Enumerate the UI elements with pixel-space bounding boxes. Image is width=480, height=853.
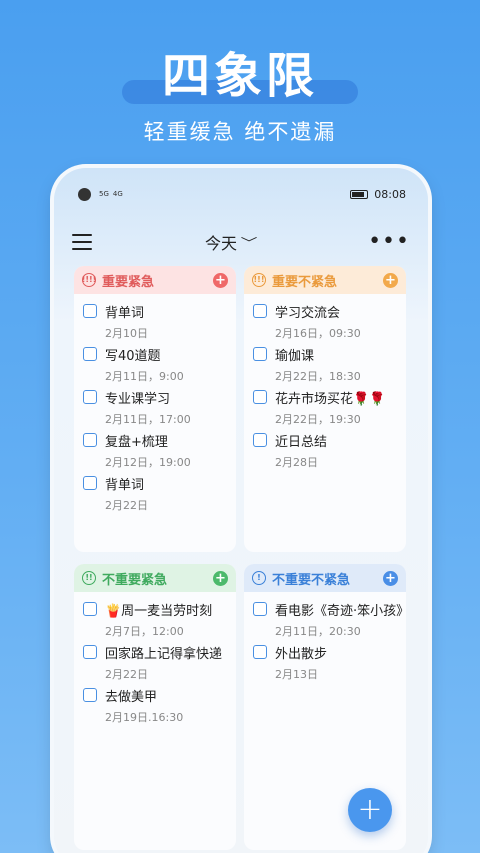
more-icon[interactable]: ••• [368, 231, 410, 253]
task-item[interactable]: 专业课学习 2月11日，17:00 [83, 388, 236, 431]
quadrant-not-important-urgent: !! 不重要紧急 + 🍟周一麦当劳时刻 2月7日，12:00 回家路上记得拿快递 2月22日… [74, 564, 236, 850]
task-date: 2月28日 [275, 456, 318, 469]
chevron-down-icon: ﹀ [240, 235, 258, 250]
task-checkbox[interactable] [253, 602, 267, 616]
task-name: 瑜伽课 [275, 349, 315, 364]
task-date: 2月11日，17:00 [105, 413, 191, 426]
quadrant-title: 重要不紧急 [272, 274, 338, 290]
quadrant-important-not-urgent: !!! 重要不紧急 + 学习交流会 2月16日，09:30 瑜伽课 2月22日，18:30 花… [244, 266, 406, 552]
signal-4g-icon: 4G [112, 190, 123, 198]
task-item[interactable]: 近日总结 2月28日 [253, 431, 406, 474]
task-name: 回家路上记得拿快递 [105, 647, 223, 662]
task-date: 2月16日，09:30 [275, 327, 361, 340]
task-checkbox[interactable] [83, 433, 97, 447]
task-date: 2月11日，9:00 [105, 370, 184, 383]
task-item[interactable]: 学习交流会 2月16日，09:30 [253, 302, 406, 345]
task-list: 背单词 2月10日写40道题 2月11日，9:00 专业课学习 2月11日，17:00 复… [74, 294, 236, 517]
task-item[interactable]: 回家路上记得拿快递 2月22日 [83, 643, 236, 686]
add-task-icon[interactable]: + [383, 570, 398, 586]
page-title: 今天 [205, 234, 238, 253]
task-name: 花卉市场买花🌹🌹 [275, 392, 386, 407]
task-checkbox[interactable] [83, 304, 97, 318]
task-list: 🍟周一麦当劳时刻 2月7日，12:00 回家路上记得拿快递 2月22日去做美甲 2月19… [74, 592, 236, 729]
task-item[interactable]: 花卉市场买花🌹🌹 2月22日，19:30 [253, 388, 406, 431]
add-task-icon[interactable]: + [213, 570, 228, 586]
task-name: 外出散步 [275, 647, 328, 662]
task-date: 2月11日，20:30 [275, 625, 361, 638]
task-checkbox[interactable] [253, 347, 267, 361]
task-checkbox[interactable] [253, 433, 267, 447]
task-item[interactable]: 写40道题 2月11日，9:00 [83, 345, 236, 388]
task-checkbox[interactable] [253, 645, 267, 659]
task-item[interactable]: 去做美甲 2月19日.16:30 [83, 686, 236, 729]
priority-icon: !!! [252, 273, 266, 287]
quadrant-important-urgent: !!!! 重要紧急 + 背单词 2月10日写40道题 2月11日，9:00 专业课学习 2月1… [74, 266, 236, 552]
quadrant-header: !!!! 重要紧急 + [74, 266, 236, 294]
task-item[interactable]: 🍟周一麦当劳时刻 2月7日，12:00 [83, 600, 236, 643]
date-selector[interactable]: 今天 ﹀ [205, 230, 258, 254]
priority-icon: !!!! [82, 273, 96, 287]
task-checkbox[interactable] [83, 476, 97, 490]
task-name: 写40道题 [105, 349, 161, 364]
task-item[interactable]: 复盘+梳理 2月12日，19:00 [83, 431, 236, 474]
task-name: 🍟周一麦当劳时刻 [105, 604, 213, 619]
task-item[interactable]: 看电影《奇迹·笨小孩》 2月11日，20:30 [253, 600, 406, 643]
task-item[interactable]: 背单词 2月10日 [83, 302, 236, 345]
task-checkbox[interactable] [83, 688, 97, 702]
task-date: 2月7日，12:00 [105, 625, 184, 638]
quadrant-title: 不重要不紧急 [272, 572, 351, 588]
task-item[interactable]: 瑜伽课 2月22日，18:30 [253, 345, 406, 388]
priority-icon: ! [252, 571, 266, 585]
task-date: 2月22日 [105, 499, 148, 512]
task-date: 2月13日 [275, 668, 318, 681]
task-checkbox[interactable] [83, 347, 97, 361]
task-name: 看电影《奇迹·笨小孩》 [275, 604, 406, 619]
task-date: 2月12日，19:00 [105, 456, 191, 469]
promo-headline: 四象限 [161, 48, 318, 104]
task-name: 近日总结 [275, 435, 328, 450]
task-date: 2月19日.16:30 [105, 711, 184, 724]
task-name: 去做美甲 [105, 690, 158, 705]
quadrant-title: 不重要紧急 [102, 572, 168, 588]
add-task-icon[interactable]: + [213, 272, 228, 288]
task-name: 背单词 [105, 306, 145, 321]
quadrant-header: ! 不重要不紧急 + [244, 564, 406, 592]
signal-5g-icon: 5G [99, 190, 109, 198]
task-checkbox[interactable] [83, 390, 97, 404]
camera-icon [78, 187, 91, 201]
task-list: 学习交流会 2月16日，09:30 瑜伽课 2月22日，18:30 花卉市场买花🌹🌹 2月… [244, 294, 406, 474]
task-checkbox[interactable] [83, 602, 97, 616]
task-name: 背单词 [105, 478, 145, 493]
task-name: 学习交流会 [275, 306, 341, 321]
task-date: 2月22日，18:30 [275, 370, 361, 383]
hamburger-icon[interactable] [72, 234, 92, 250]
task-name: 专业课学习 [105, 392, 171, 407]
status-time: 08:08 [374, 187, 406, 201]
task-item[interactable]: 背单词 2月22日 [83, 474, 236, 517]
task-date: 2月10日 [105, 327, 148, 340]
promo-subline: 轻重缓急 绝不遗漏 [143, 120, 337, 144]
status-bar: 5G 4G 08:08 [78, 186, 406, 202]
task-list: 看电影《奇迹·笨小孩》 2月11日，20:30 外出散步 2月13日 [244, 592, 406, 686]
quadrant-header: !!! 重要不紧急 + [244, 266, 406, 294]
task-date: 2月22日 [105, 668, 148, 681]
add-task-fab[interactable]: + [348, 788, 392, 832]
battery-icon [350, 189, 369, 199]
task-date: 2月22日，19:30 [275, 413, 361, 426]
app-bar: 今天 ﹀ ••• [72, 228, 410, 256]
task-checkbox[interactable] [253, 304, 267, 318]
phone-frame: 5G 4G 08:08 今天 ﹀ ••• !!!! 重要紧急 + 背单词 2月10日写4… [54, 168, 428, 853]
quadrant-title: 重要紧急 [102, 274, 155, 290]
task-checkbox[interactable] [253, 390, 267, 404]
task-name: 复盘+梳理 [105, 435, 168, 450]
quadrant-header: !! 不重要紧急 + [74, 564, 236, 592]
priority-icon: !! [82, 571, 96, 585]
task-checkbox[interactable] [83, 645, 97, 659]
add-task-icon[interactable]: + [383, 272, 398, 288]
task-item[interactable]: 外出散步 2月13日 [253, 643, 406, 686]
